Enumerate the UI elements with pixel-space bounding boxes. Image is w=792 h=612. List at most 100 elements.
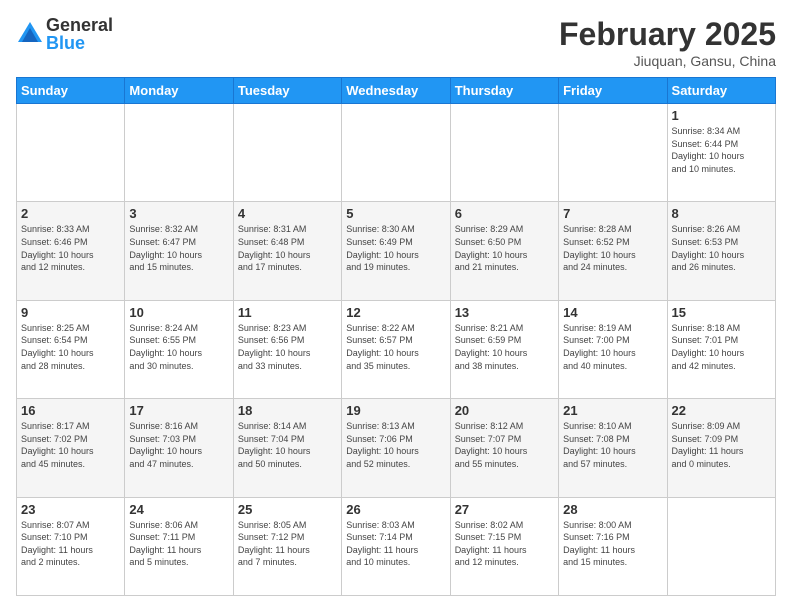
calendar-cell: 26 Sunrise: 8:03 AM Sunset: 7:14 PM Dayli… (342, 497, 450, 595)
week-row-4: 16 Sunrise: 8:17 AM Sunset: 7:02 PM Dayli… (17, 399, 776, 497)
day-info: Sunrise: 8:28 AM Sunset: 6:52 PM Dayligh… (563, 223, 662, 273)
location-subtitle: Jiuquan, Gansu, China (559, 53, 776, 69)
day-number: 11 (238, 305, 337, 320)
week-row-2: 2 Sunrise: 8:33 AM Sunset: 6:46 PM Daylig… (17, 202, 776, 300)
day-info: Sunrise: 8:32 AM Sunset: 6:47 PM Dayligh… (129, 223, 228, 273)
calendar-cell: 21 Sunrise: 8:10 AM Sunset: 7:08 PM Dayli… (559, 399, 667, 497)
day-header-monday: Monday (125, 78, 233, 104)
week-row-5: 23Sunrise: 8:07 AM Sunset: 7:10 PM Dayli… (17, 497, 776, 595)
calendar-cell: 9 Sunrise: 8:25 AM Sunset: 6:54 PM Daylig… (17, 300, 125, 398)
header: General Blue February 2025 Jiuquan, Gans… (16, 16, 776, 69)
day-info: Sunrise: 8:14 AM Sunset: 7:04 PM Dayligh… (238, 420, 337, 470)
day-info: Sunrise: 8:29 AM Sunset: 6:50 PM Dayligh… (455, 223, 554, 273)
title-section: February 2025 Jiuquan, Gansu, China (559, 16, 776, 69)
day-header-sunday: Sunday (17, 78, 125, 104)
calendar-cell: 2 Sunrise: 8:33 AM Sunset: 6:46 PM Daylig… (17, 202, 125, 300)
calendar-cell (342, 104, 450, 202)
day-number: 17 (129, 403, 228, 418)
day-number: 5 (346, 206, 445, 221)
logo-general-text: General (46, 16, 113, 34)
calendar-cell: 20 Sunrise: 8:12 AM Sunset: 7:07 PM Dayli… (450, 399, 558, 497)
day-number: 16 (21, 403, 120, 418)
day-info: Sunrise: 8:25 AM Sunset: 6:54 PM Dayligh… (21, 322, 120, 372)
day-info: Sunrise: 8:24 AM Sunset: 6:55 PM Dayligh… (129, 322, 228, 372)
day-info: Sunrise: 8:33 AM Sunset: 6:46 PM Dayligh… (21, 223, 120, 273)
calendar-cell: 15Sunrise: 8:18 AM Sunset: 7:01 PM Dayli… (667, 300, 775, 398)
day-info: Sunrise: 8:31 AM Sunset: 6:48 PM Dayligh… (238, 223, 337, 273)
calendar-cell (233, 104, 341, 202)
day-info: Sunrise: 8:13 AM Sunset: 7:06 PM Dayligh… (346, 420, 445, 470)
calendar-cell: 14 Sunrise: 8:19 AM Sunset: 7:00 PM Dayli… (559, 300, 667, 398)
logo-text: General Blue (46, 16, 113, 52)
day-number: 14 (563, 305, 662, 320)
calendar-cell: 23Sunrise: 8:07 AM Sunset: 7:10 PM Dayli… (17, 497, 125, 595)
calendar-cell: 13Sunrise: 8:21 AM Sunset: 6:59 PM Dayli… (450, 300, 558, 398)
day-number: 25 (238, 502, 337, 517)
day-info: Sunrise: 8:17 AM Sunset: 7:02 PM Dayligh… (21, 420, 120, 470)
day-number: 19 (346, 403, 445, 418)
calendar-cell: 25 Sunrise: 8:05 AM Sunset: 7:12 PM Dayli… (233, 497, 341, 595)
logo-icon (16, 20, 44, 48)
week-row-3: 9 Sunrise: 8:25 AM Sunset: 6:54 PM Daylig… (17, 300, 776, 398)
day-info: Sunrise: 8:09 AM Sunset: 7:09 PM Dayligh… (672, 420, 771, 470)
calendar-cell (450, 104, 558, 202)
calendar-cell: 3 Sunrise: 8:32 AM Sunset: 6:47 PM Daylig… (125, 202, 233, 300)
day-number: 6 (455, 206, 554, 221)
day-header-thursday: Thursday (450, 78, 558, 104)
day-info: Sunrise: 8:02 AM Sunset: 7:15 PM Dayligh… (455, 519, 554, 569)
day-info: Sunrise: 8:22 AM Sunset: 6:57 PM Dayligh… (346, 322, 445, 372)
day-info: Sunrise: 8:06 AM Sunset: 7:11 PM Dayligh… (129, 519, 228, 569)
day-number: 4 (238, 206, 337, 221)
calendar-cell: 27 Sunrise: 8:02 AM Sunset: 7:15 PM Dayli… (450, 497, 558, 595)
day-number: 3 (129, 206, 228, 221)
day-number: 27 (455, 502, 554, 517)
calendar-cell: 28 Sunrise: 8:00 AM Sunset: 7:16 PM Dayli… (559, 497, 667, 595)
day-info: Sunrise: 8:03 AM Sunset: 7:14 PM Dayligh… (346, 519, 445, 569)
day-info: Sunrise: 8:00 AM Sunset: 7:16 PM Dayligh… (563, 519, 662, 569)
day-number: 9 (21, 305, 120, 320)
calendar-cell (667, 497, 775, 595)
calendar-cell: 1 Sunrise: 8:34 AM Sunset: 6:44 PM Daylig… (667, 104, 775, 202)
day-info: Sunrise: 8:19 AM Sunset: 7:00 PM Dayligh… (563, 322, 662, 372)
day-header-tuesday: Tuesday (233, 78, 341, 104)
calendar-cell: 10Sunrise: 8:24 AM Sunset: 6:55 PM Dayli… (125, 300, 233, 398)
day-number: 2 (21, 206, 120, 221)
week-row-1: 1 Sunrise: 8:34 AM Sunset: 6:44 PM Daylig… (17, 104, 776, 202)
logo: General Blue (16, 16, 113, 52)
calendar-cell: 11 Sunrise: 8:23 AM Sunset: 6:56 PM Dayli… (233, 300, 341, 398)
calendar-cell: 6 Sunrise: 8:29 AM Sunset: 6:50 PM Daylig… (450, 202, 558, 300)
day-info: Sunrise: 8:34 AM Sunset: 6:44 PM Dayligh… (672, 125, 771, 175)
day-number: 21 (563, 403, 662, 418)
day-info: Sunrise: 8:30 AM Sunset: 6:49 PM Dayligh… (346, 223, 445, 273)
day-info: Sunrise: 8:10 AM Sunset: 7:08 PM Dayligh… (563, 420, 662, 470)
day-info: Sunrise: 8:16 AM Sunset: 7:03 PM Dayligh… (129, 420, 228, 470)
logo-blue-text: Blue (46, 34, 113, 52)
day-number: 18 (238, 403, 337, 418)
day-info: Sunrise: 8:12 AM Sunset: 7:07 PM Dayligh… (455, 420, 554, 470)
header-row: SundayMondayTuesdayWednesdayThursdayFrid… (17, 78, 776, 104)
day-number: 20 (455, 403, 554, 418)
day-number: 24 (129, 502, 228, 517)
calendar-cell (17, 104, 125, 202)
page: General Blue February 2025 Jiuquan, Gans… (0, 0, 792, 612)
day-number: 23 (21, 502, 120, 517)
day-header-saturday: Saturday (667, 78, 775, 104)
day-header-wednesday: Wednesday (342, 78, 450, 104)
day-number: 1 (672, 108, 771, 123)
calendar-cell: 24 Sunrise: 8:06 AM Sunset: 7:11 PM Dayli… (125, 497, 233, 595)
day-number: 13 (455, 305, 554, 320)
day-number: 26 (346, 502, 445, 517)
calendar-cell: 8Sunrise: 8:26 AM Sunset: 6:53 PM Daylig… (667, 202, 775, 300)
calendar-cell: 22 Sunrise: 8:09 AM Sunset: 7:09 PM Dayli… (667, 399, 775, 497)
calendar-cell: 17 Sunrise: 8:16 AM Sunset: 7:03 PM Dayli… (125, 399, 233, 497)
day-header-friday: Friday (559, 78, 667, 104)
calendar-cell: 7Sunrise: 8:28 AM Sunset: 6:52 PM Daylig… (559, 202, 667, 300)
calendar-cell: 16 Sunrise: 8:17 AM Sunset: 7:02 PM Dayli… (17, 399, 125, 497)
day-number: 22 (672, 403, 771, 418)
day-info: Sunrise: 8:23 AM Sunset: 6:56 PM Dayligh… (238, 322, 337, 372)
day-number: 28 (563, 502, 662, 517)
day-info: Sunrise: 8:05 AM Sunset: 7:12 PM Dayligh… (238, 519, 337, 569)
calendar-cell: 19 Sunrise: 8:13 AM Sunset: 7:06 PM Dayli… (342, 399, 450, 497)
day-info: Sunrise: 8:18 AM Sunset: 7:01 PM Dayligh… (672, 322, 771, 372)
calendar-table: SundayMondayTuesdayWednesdayThursdayFrid… (16, 77, 776, 596)
